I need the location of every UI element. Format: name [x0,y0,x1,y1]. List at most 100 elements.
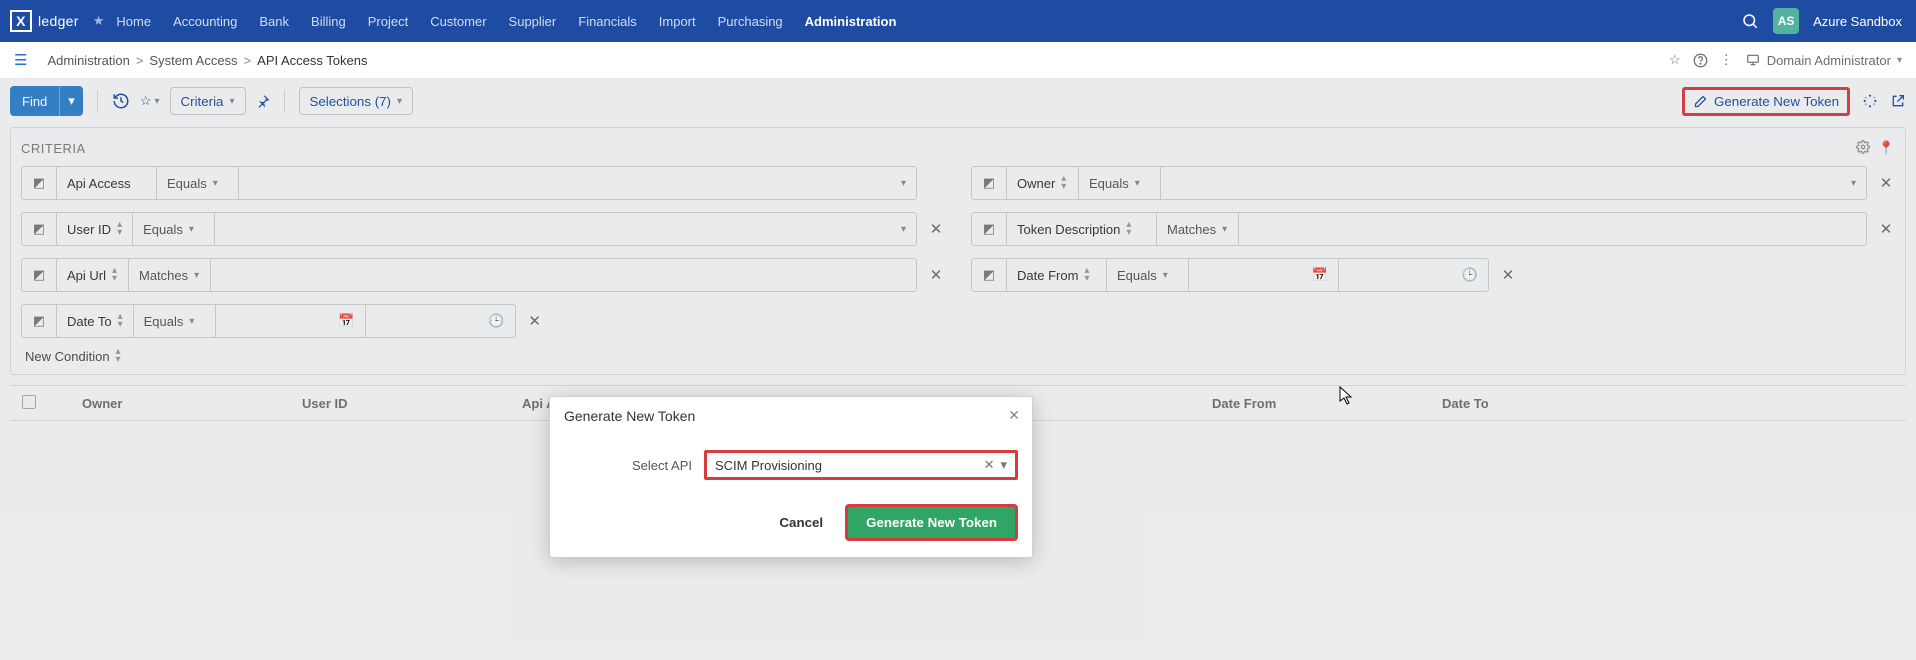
breadcrumb-item[interactable]: System Access [149,53,237,68]
sort-icon[interactable]: ▴▾ [1084,267,1089,283]
clear-icon[interactable]: ✕ [1877,174,1895,192]
toggle-icon[interactable]: ◩ [971,166,1007,200]
nav-financials[interactable]: Financials [578,14,637,29]
menu-icon[interactable]: ☰ [14,51,27,69]
generate-new-token-button[interactable]: Generate New Token [1682,87,1850,116]
clear-icon[interactable]: ✕ [526,312,544,330]
popout-icon[interactable] [1890,93,1906,109]
sort-icon[interactable]: ▴▾ [1061,175,1066,191]
favorite-star-icon[interactable]: ★ [93,13,105,29]
criteria-operator[interactable]: Equals▾ [133,212,215,246]
cancel-button[interactable]: Cancel [773,514,829,531]
breadcrumb-sep: > [244,53,252,68]
clear-icon[interactable]: ✕ [927,220,945,238]
toggle-icon[interactable]: ◩ [21,258,57,292]
criteria-value-select[interactable]: ▾ [215,212,917,246]
separator [284,90,285,112]
clear-icon[interactable]: ✕ [927,266,945,284]
clear-icon[interactable]: ✕ [984,457,995,473]
criteria-date-input[interactable]: 📅 [216,304,366,338]
nav-home[interactable]: Home [116,14,151,29]
select-api-value: SCIM Provisioning [715,458,978,473]
calendar-icon: 📅 [338,313,354,329]
criteria-operator[interactable]: Equals▾ [134,304,216,338]
criteria-value-select[interactable]: ▾ [1161,166,1867,200]
pin-icon[interactable] [256,94,270,108]
criteria-operator[interactable]: Equals▾ [1079,166,1161,200]
criteria-operator[interactable]: Matches▾ [129,258,211,292]
select-all-cell[interactable] [10,395,70,412]
col-owner[interactable]: Owner [70,396,290,411]
new-condition-label: New Condition [25,349,110,364]
nav-purchasing[interactable]: Purchasing [718,14,783,29]
breadcrumb-sep: > [136,53,144,68]
col-date-from[interactable]: Date From [1200,396,1430,411]
nav-right: AS Azure Sandbox [1741,8,1902,34]
clock-icon: 🕒 [1462,267,1478,283]
breadcrumb-item[interactable]: Administration [47,53,129,68]
nav-administration[interactable]: Administration [805,14,897,29]
criteria-header: CRITERIA 📍 [21,140,1895,156]
criteria-row-date-to: ◩ Date To▴▾ Equals▾ 📅 🕒 ✕ [21,304,945,338]
toggle-icon[interactable]: ◩ [21,304,57,338]
generate-token-submit-button[interactable]: Generate New Token [845,504,1018,541]
avatar[interactable]: AS [1773,8,1799,34]
star-dropdown-icon[interactable]: ☆▾ [140,93,160,109]
criteria-value-input[interactable] [211,258,917,292]
sort-icon[interactable]: ▴▾ [117,221,122,237]
nav-accounting[interactable]: Accounting [173,14,237,29]
criteria-time-input[interactable]: 🕒 [366,304,516,338]
find-button[interactable]: Find ▾ [10,86,83,116]
history-icon[interactable] [112,92,130,110]
brand-name: ledger [38,13,79,29]
toggle-icon[interactable]: ◩ [21,166,57,200]
brand-logo[interactable]: X ledger [10,10,79,32]
clear-icon[interactable]: ✕ [1499,266,1517,284]
selections-dropdown[interactable]: Selections (7) ▾ [299,87,414,115]
criteria-operator[interactable]: Equals▾ [157,166,239,200]
nav-supplier[interactable]: Supplier [509,14,557,29]
star-outline-icon[interactable]: ☆ [1669,52,1681,68]
loading-dots-icon[interactable] [1862,93,1878,109]
toggle-icon[interactable]: ◩ [21,212,57,246]
close-icon[interactable]: ✕ [1008,407,1020,424]
tenant-label[interactable]: Azure Sandbox [1813,14,1902,29]
sort-icon[interactable]: ▴▾ [118,313,123,329]
criteria-value-select[interactable]: ▾ [239,166,917,200]
checkbox-icon[interactable] [22,395,36,409]
chevron-down-icon[interactable]: ▾ [1000,457,1007,473]
toggle-icon[interactable]: ◩ [971,212,1007,246]
criteria-label: Api Access [57,166,157,200]
sort-icon[interactable]: ▴▾ [1126,221,1131,237]
nav-billing[interactable]: Billing [311,14,346,29]
nav-project[interactable]: Project [368,14,408,29]
nav-customer[interactable]: Customer [430,14,486,29]
col-user-id[interactable]: User ID [290,396,510,411]
new-condition-button[interactable]: New Condition ▴▾ [21,338,1895,366]
chevron-down-icon: ▾ [229,96,234,107]
nav-bank[interactable]: Bank [259,14,289,29]
col-date-to[interactable]: Date To [1430,396,1906,411]
nav-import[interactable]: Import [659,14,696,29]
more-icon[interactable]: ⋮ [1720,52,1733,68]
help-icon[interactable] [1693,53,1708,68]
find-button-caret[interactable]: ▾ [59,86,83,116]
breadcrumb-current: API Access Tokens [257,53,367,68]
gear-icon[interactable] [1856,140,1870,156]
edit-icon [1693,94,1708,109]
toggle-icon[interactable]: ◩ [971,258,1007,292]
pin-icon[interactable]: 📍 [1878,140,1895,156]
criteria-operator[interactable]: Equals▾ [1107,258,1189,292]
criteria-value-input[interactable] [1239,212,1867,246]
criteria-dropdown[interactable]: Criteria ▾ [170,87,246,115]
role-switcher[interactable]: Domain Administrator ▾ [1745,53,1902,68]
clear-icon[interactable]: ✕ [1877,220,1895,238]
criteria-date-input[interactable]: 📅 [1189,258,1339,292]
search-icon[interactable] [1741,12,1759,30]
criteria-time-input[interactable]: 🕒 [1339,258,1489,292]
criteria-operator[interactable]: Matches▾ [1157,212,1239,246]
criteria-row-user-id: ◩ User ID▴▾ Equals▾ ▾ ✕ [21,212,945,246]
sort-icon[interactable]: ▴▾ [112,267,117,283]
top-nav: X ledger ★ Home Accounting Bank Billing … [0,0,1916,42]
select-api-dropdown[interactable]: SCIM Provisioning ✕ ▾ [704,450,1018,480]
